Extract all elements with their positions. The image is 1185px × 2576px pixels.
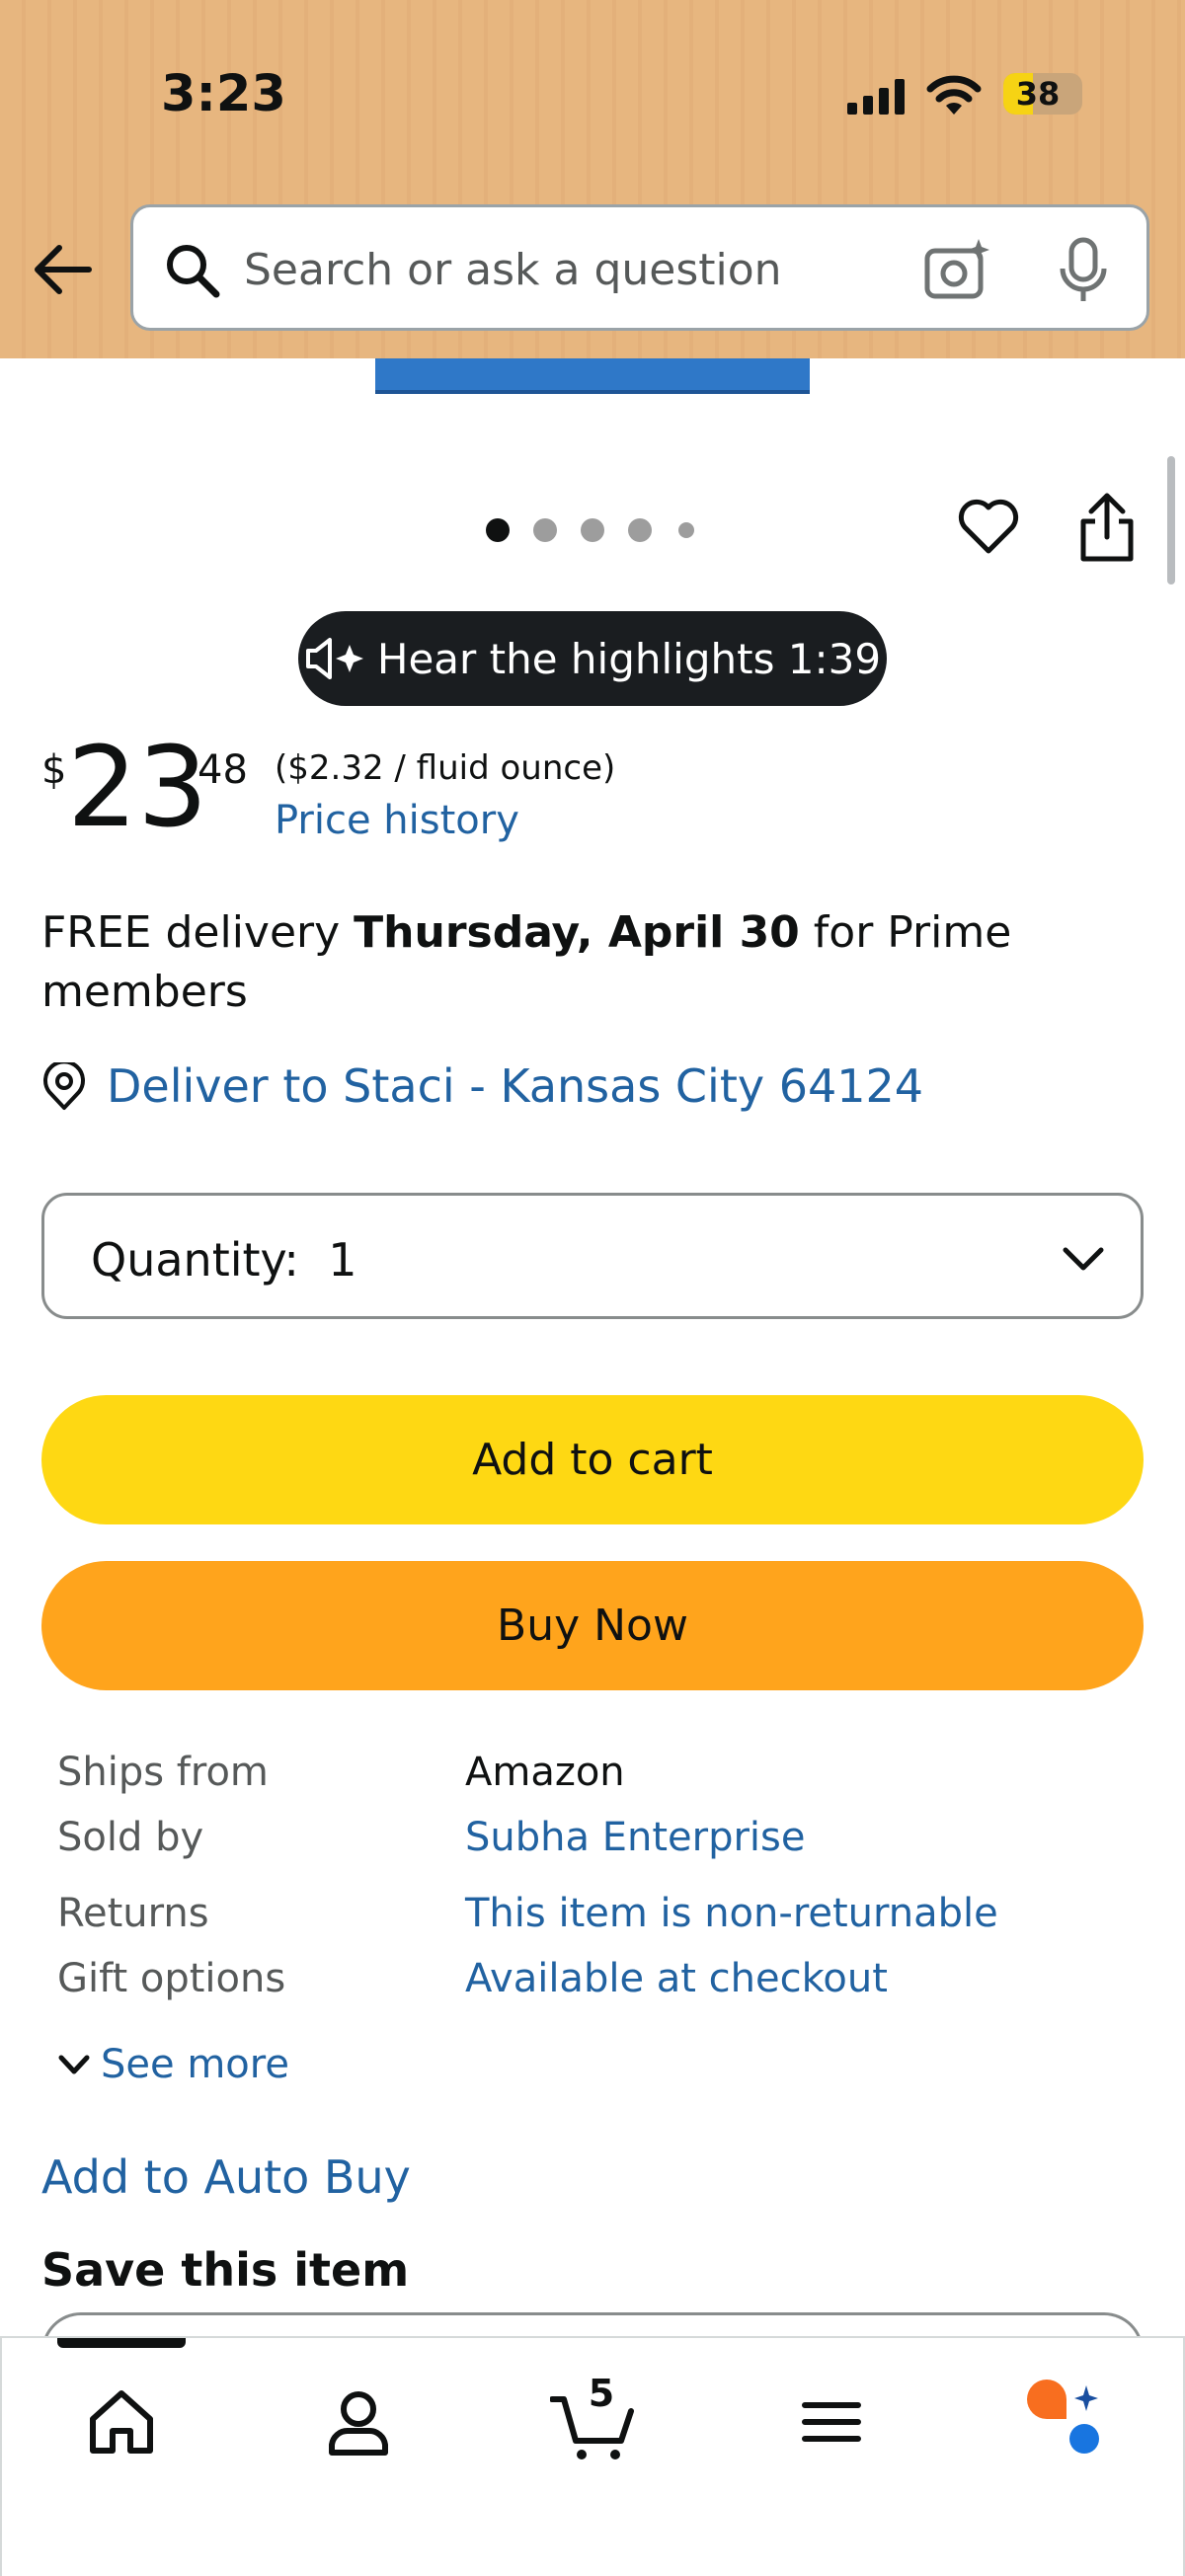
pagination-dot[interactable] — [628, 518, 652, 542]
pagination-dot[interactable] — [581, 518, 604, 542]
quantity-label: Quantity: 1 — [91, 1233, 357, 1287]
status-time: 3:23 — [161, 65, 286, 123]
rufus-assistant-icon[interactable] — [1019, 2378, 1108, 2466]
heart-icon[interactable] — [956, 494, 1021, 559]
hear-highlights-label: Hear the highlights 1:39 — [376, 634, 882, 683]
cart-count: 5 — [588, 2372, 615, 2415]
returns-link[interactable]: This item is non-returnable — [465, 1891, 998, 1936]
image-pagination-dots[interactable] — [482, 514, 709, 544]
search-icon — [167, 245, 220, 298]
battery-icon: 38 — [1003, 73, 1082, 115]
cellular-signal-icon — [847, 79, 905, 115]
deliver-to-link[interactable]: Deliver to Staci - Kansas City 64124 — [107, 1059, 923, 1113]
header: 3:23 38 Search or ask a question — [0, 0, 1185, 358]
bottom-nav: 5 — [0, 2336, 1185, 2576]
product-image[interactable] — [375, 358, 810, 394]
active-tab-indicator — [57, 2338, 186, 2348]
back-arrow-icon[interactable] — [30, 234, 101, 305]
account-icon[interactable] — [314, 2378, 403, 2466]
pagination-dot[interactable] — [533, 518, 557, 542]
quantity-dropdown[interactable]: Quantity: 1 — [41, 1193, 1144, 1319]
home-icon[interactable] — [77, 2378, 166, 2466]
add-to-auto-buy-link[interactable]: Add to Auto Buy — [41, 2150, 411, 2204]
chevron-down-icon — [1063, 1247, 1104, 1271]
buy-now-button[interactable]: Buy Now — [41, 1561, 1144, 1690]
ships-from-label: Ships from — [57, 1750, 269, 1795]
see-more-button[interactable]: See more — [57, 2042, 289, 2087]
see-more-label: See more — [101, 2042, 289, 2087]
delivery-date: Thursday, April 30 — [354, 907, 800, 958]
delivery-info: FREE delivery Thursday, April 30 for Pri… — [41, 903, 1128, 1022]
search-placeholder: Search or ask a question — [244, 245, 782, 295]
unit-price: ($2.32 / fluid ounce) — [275, 748, 616, 788]
add-to-cart-button[interactable]: Add to cart — [41, 1395, 1144, 1524]
wifi-icon — [926, 75, 982, 115]
sold-by-label: Sold by — [57, 1815, 204, 1860]
chevron-down-icon — [58, 2055, 90, 2074]
status-icons: 38 — [847, 69, 1084, 124]
scrollbar[interactable] — [1167, 456, 1175, 585]
gift-options-label: Gift options — [57, 1956, 286, 2001]
price-currency-symbol: $ — [41, 747, 67, 793]
pagination-dot[interactable] — [678, 522, 694, 538]
search-input[interactable]: Search or ask a question — [130, 204, 1149, 331]
price-fraction: 48 — [198, 747, 248, 793]
hear-highlights-button[interactable]: Hear the highlights 1:39 — [298, 611, 887, 706]
ships-from-value: Amazon — [465, 1750, 625, 1795]
share-icon[interactable] — [1077, 492, 1137, 563]
price-history-link[interactable]: Price history — [275, 798, 519, 843]
quantity-value: 1 — [328, 1233, 357, 1287]
save-item-heading: Save this item — [41, 2243, 410, 2297]
speaker-sparkle-icon — [305, 638, 363, 679]
pagination-dot-active[interactable] — [486, 518, 510, 542]
location-pin-icon — [43, 1062, 85, 1110]
gift-options-link[interactable]: Available at checkout — [465, 1956, 888, 2001]
microphone-icon[interactable] — [1057, 237, 1110, 304]
cart-button[interactable]: 5 — [550, 2372, 639, 2466]
sold-by-link[interactable]: Subha Enterprise — [465, 1815, 805, 1860]
price-whole: 23 — [67, 724, 208, 852]
camera-search-icon[interactable] — [923, 237, 992, 302]
battery-level: 38 — [1015, 75, 1061, 113]
returns-label: Returns — [57, 1891, 209, 1936]
delivery-prefix: FREE delivery — [41, 907, 355, 958]
menu-icon[interactable] — [787, 2378, 876, 2466]
